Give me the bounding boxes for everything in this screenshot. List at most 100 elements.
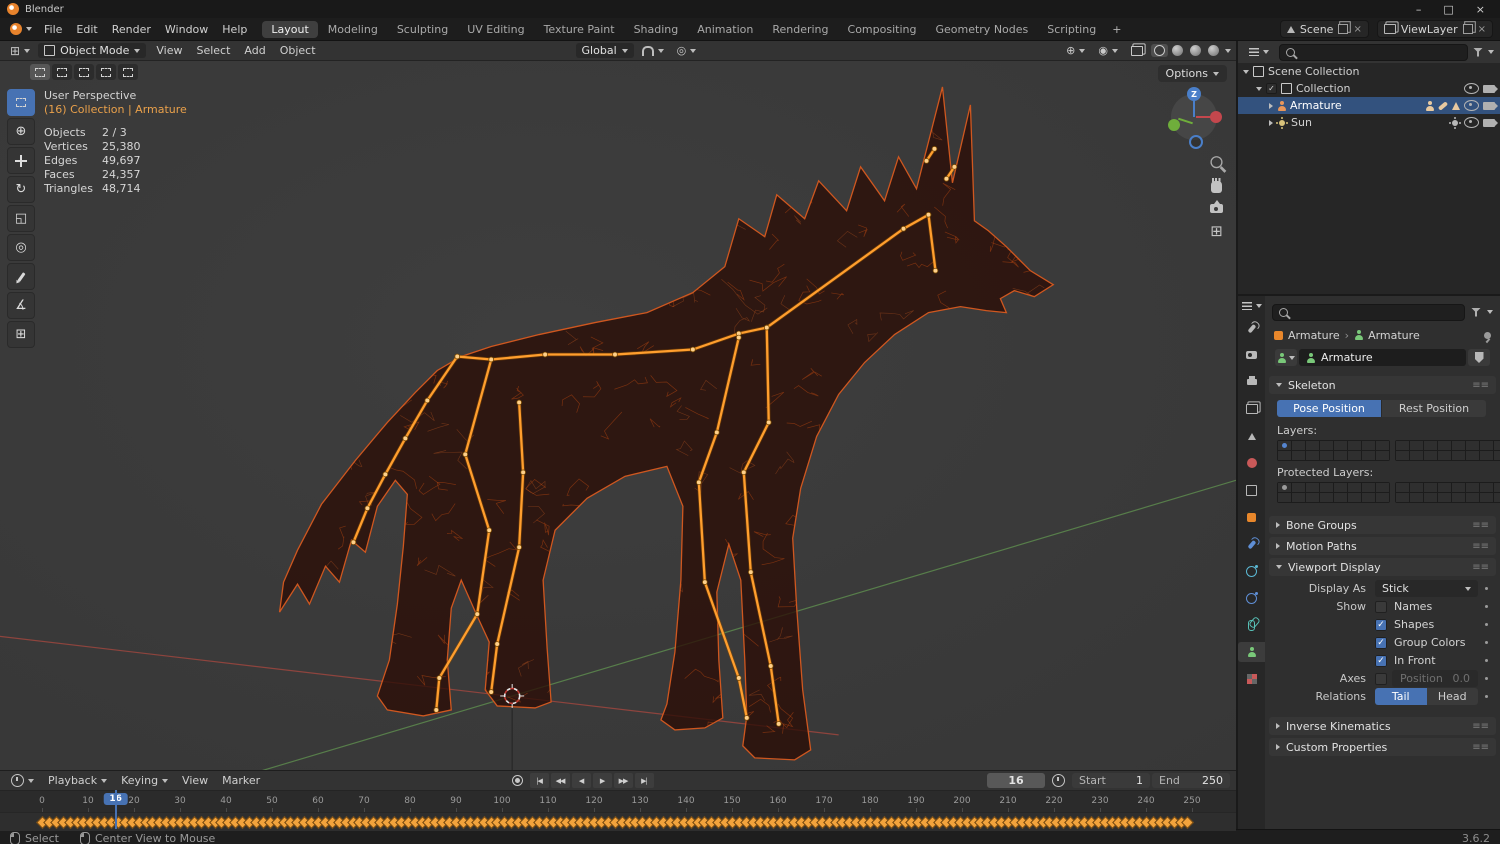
properties-tab-modifiers[interactable] bbox=[1238, 534, 1265, 554]
wolf-mesh-silhouette[interactable] bbox=[278, 86, 1055, 761]
display-as-dropdown[interactable]: Stick bbox=[1375, 580, 1478, 597]
bone-joint[interactable] bbox=[494, 641, 500, 647]
layer-toggle[interactable] bbox=[1396, 483, 1409, 492]
app-menu-file[interactable]: File bbox=[37, 21, 69, 38]
scale-tool-button[interactable]: ◱ bbox=[7, 205, 35, 232]
app-menu-render[interactable]: Render bbox=[105, 21, 158, 38]
show-overlays-button[interactable]: ◉ bbox=[1093, 43, 1123, 58]
bone-joint[interactable] bbox=[747, 569, 754, 575]
jump-to-next-keyframe-button[interactable]: ▶▶ bbox=[613, 773, 633, 788]
layer-toggle[interactable] bbox=[1320, 493, 1333, 502]
properties-editor-type-button[interactable] bbox=[1240, 301, 1264, 311]
layer-toggle[interactable] bbox=[1348, 493, 1361, 502]
layer-toggle[interactable] bbox=[1396, 451, 1409, 460]
end-frame-field[interactable]: End 250 bbox=[1152, 773, 1230, 788]
bone-joint[interactable] bbox=[516, 399, 522, 406]
outliner-row-sun[interactable]: Sun bbox=[1238, 114, 1500, 131]
collapse-icon[interactable] bbox=[1256, 86, 1262, 91]
workspace-tab-uv-editing[interactable]: UV Editing bbox=[458, 21, 533, 38]
bone-joint[interactable] bbox=[714, 429, 720, 436]
bone-joint[interactable] bbox=[943, 176, 950, 182]
camera-icon[interactable] bbox=[1483, 101, 1498, 110]
workspace-tab-layout[interactable]: Layout bbox=[262, 20, 318, 38]
layer-toggle[interactable] bbox=[1348, 451, 1361, 460]
camera-view-icon[interactable] bbox=[1210, 200, 1223, 213]
layer-toggle[interactable] bbox=[1320, 441, 1333, 450]
expand-icon[interactable] bbox=[1269, 119, 1273, 126]
bone-joint[interactable] bbox=[462, 451, 469, 458]
bone-joint[interactable] bbox=[763, 324, 770, 331]
minimize-button[interactable]: – bbox=[1416, 3, 1422, 16]
collection-checkbox[interactable]: ✓ bbox=[1266, 83, 1277, 94]
workspace-tab-animation[interactable]: Animation bbox=[688, 21, 762, 38]
anim-dot[interactable] bbox=[1484, 605, 1488, 608]
toggle-xray-button[interactable] bbox=[1126, 45, 1148, 57]
layer-toggle[interactable] bbox=[1376, 483, 1389, 492]
bone-joint[interactable] bbox=[364, 505, 371, 512]
timeline-menu-keying[interactable]: Keying bbox=[114, 772, 175, 789]
layer-toggle[interactable] bbox=[1494, 451, 1500, 460]
bone-joint[interactable] bbox=[931, 146, 938, 152]
layer-toggle[interactable] bbox=[1334, 483, 1347, 492]
jump-to-end-button[interactable]: ▶| bbox=[634, 773, 654, 788]
names-checkbox[interactable] bbox=[1375, 600, 1387, 613]
layer-toggle[interactable] bbox=[1348, 441, 1361, 450]
bone-joint[interactable] bbox=[382, 471, 389, 478]
cursor-tool-button[interactable]: ⊕ bbox=[7, 118, 35, 145]
properties-tab-texture[interactable] bbox=[1238, 669, 1265, 689]
anim-dot[interactable] bbox=[1484, 677, 1488, 680]
bone-joint[interactable] bbox=[520, 469, 526, 476]
timeline-editor-type-button[interactable] bbox=[6, 773, 39, 788]
zoom-icon[interactable] bbox=[1210, 155, 1223, 173]
properties-search-input[interactable] bbox=[1272, 303, 1465, 321]
bone-joint[interactable] bbox=[743, 715, 750, 721]
options-button[interactable]: Options bbox=[1157, 65, 1227, 82]
select-mode-subtract[interactable] bbox=[74, 64, 94, 80]
workspace-tab-rendering[interactable]: Rendering bbox=[763, 21, 837, 38]
properties-tab-object[interactable] bbox=[1238, 507, 1265, 527]
layer-toggle[interactable] bbox=[1376, 441, 1389, 450]
properties-tab-output[interactable] bbox=[1238, 372, 1265, 392]
layer-toggle[interactable] bbox=[1334, 441, 1347, 450]
bone-joint[interactable] bbox=[424, 397, 431, 404]
navigation-gizmo[interactable]: Z bbox=[1166, 87, 1222, 149]
browse-data-button[interactable] bbox=[1275, 349, 1297, 366]
layer-toggle[interactable] bbox=[1396, 441, 1409, 450]
axes-position-slider[interactable]: Position 0.0 bbox=[1392, 670, 1478, 687]
layer-toggle[interactable] bbox=[1396, 493, 1409, 502]
panel-header-viewport-display[interactable]: Viewport Display ≡≡ bbox=[1269, 558, 1496, 576]
bone-joint[interactable] bbox=[765, 419, 772, 426]
tail-button[interactable]: Tail bbox=[1375, 688, 1427, 705]
layer-toggle[interactable] bbox=[1320, 451, 1333, 460]
shapes-checkbox[interactable]: ✓ bbox=[1375, 618, 1387, 631]
timeline-menu-marker[interactable]: Marker bbox=[215, 772, 267, 789]
layer-toggle[interactable] bbox=[1466, 441, 1479, 450]
bone-joint[interactable] bbox=[436, 675, 443, 681]
layer-toggle[interactable] bbox=[1362, 493, 1375, 502]
collapse-icon[interactable] bbox=[1243, 69, 1249, 74]
layer-toggle[interactable] bbox=[1306, 441, 1319, 450]
layer-toggle[interactable] bbox=[1306, 483, 1319, 492]
layer-toggle[interactable] bbox=[1334, 493, 1347, 502]
camera-icon[interactable] bbox=[1483, 118, 1498, 127]
anim-dot[interactable] bbox=[1484, 659, 1488, 662]
layer-toggle[interactable] bbox=[1494, 493, 1500, 502]
layer-toggle[interactable] bbox=[1320, 483, 1333, 492]
timeline-menu-playback[interactable]: Playback bbox=[41, 772, 114, 789]
pan-hand-icon[interactable] bbox=[1211, 178, 1222, 193]
transform-orientation-dropdown[interactable]: Global bbox=[575, 43, 634, 58]
new-scene-icon[interactable] bbox=[1338, 24, 1349, 34]
workspace-tab-scripting[interactable]: Scripting bbox=[1038, 21, 1105, 38]
bone-joint[interactable] bbox=[696, 479, 702, 486]
workspace-tab-compositing[interactable]: Compositing bbox=[839, 21, 926, 38]
show-gizmo-button[interactable]: ⊕ bbox=[1061, 43, 1090, 58]
app-menu-window[interactable]: Window bbox=[158, 21, 215, 38]
properties-tab-object-constraints[interactable] bbox=[1238, 615, 1265, 635]
panel-header-inverse-kinematics[interactable]: Inverse Kinematics ≡≡ bbox=[1269, 717, 1496, 735]
app-menu-button[interactable] bbox=[5, 22, 37, 36]
select-mode-invert[interactable] bbox=[96, 64, 116, 80]
breadcrumb-object[interactable]: Armature bbox=[1288, 329, 1340, 342]
in-front-checkbox[interactable]: ✓ bbox=[1375, 654, 1387, 667]
layer-toggle[interactable] bbox=[1334, 451, 1347, 460]
layer-toggle[interactable] bbox=[1438, 451, 1451, 460]
